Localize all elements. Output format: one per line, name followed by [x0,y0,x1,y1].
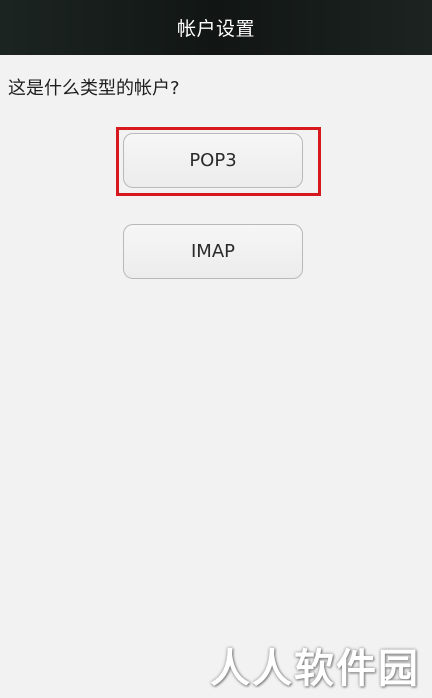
account-type-question: 这是什么类型的帐户? [8,78,180,99]
page-title: 帐户设置 [176,18,255,40]
title-bar: 帐户设置 [0,0,432,55]
pop3-button[interactable]: POP3 [123,133,303,188]
imap-button[interactable]: IMAP [123,224,303,279]
watermark: 人人软件园 [210,646,420,692]
